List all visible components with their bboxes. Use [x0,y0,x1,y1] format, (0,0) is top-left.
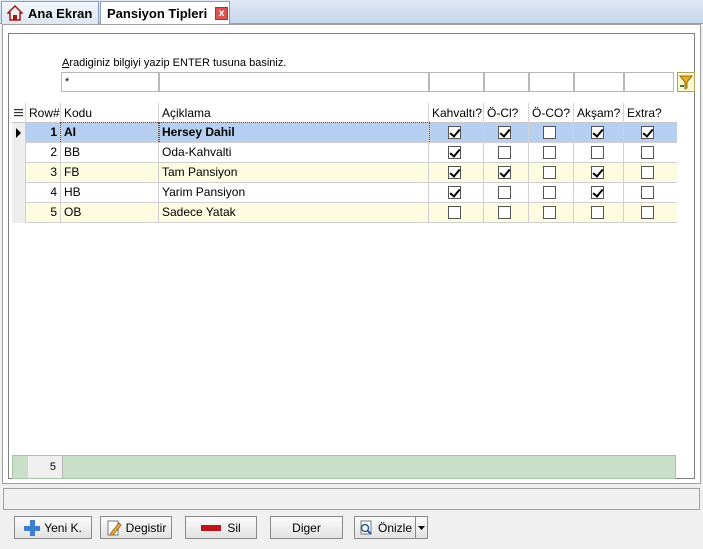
filter-input-ocl[interactable] [484,72,529,92]
cell-row[interactable]: 1 [26,123,61,143]
cell-row[interactable]: 2 [26,143,61,163]
minus-icon [201,520,223,536]
tab-home[interactable]: Ana Ekran [1,1,99,24]
footer-row-count: 5 [28,456,63,478]
new-button-label: Yeni K. [44,520,82,535]
cell-row[interactable]: 4 [26,183,61,203]
filter-input-oco[interactable] [529,72,574,92]
close-tab-icon[interactable]: x [215,7,229,20]
main-panel: Aradiginiz bilgiyi yazip ENTER tusuna ba… [2,24,701,484]
current-row-arrow-icon [16,128,21,138]
tab-home-label: Ana Ekran [28,5,93,21]
checkbox[interactable] [543,186,556,199]
cell-aciklama[interactable]: Tam Pansiyon [159,163,429,183]
table-row[interactable]: 2 BB Oda-Kahvalti [12,143,677,163]
checkbox[interactable] [543,146,556,159]
checkbox[interactable] [591,186,604,199]
grid-header: Row# Kodu Açiklama Kahvaltı? Ö-Cl? Ö-CO?… [12,103,677,123]
checkbox[interactable] [591,146,604,159]
status-bar [3,488,700,510]
tab-pansiyon-tipleri[interactable]: Pansiyon Tipleri x [100,1,230,25]
checkbox[interactable] [641,206,654,219]
preview-dropdown-button[interactable] [415,516,428,539]
checkbox[interactable] [641,146,654,159]
row-indicator[interactable] [12,123,26,143]
checkbox[interactable] [543,126,556,139]
edit-button[interactable]: Degistir [100,516,172,539]
tab-active-label: Pansiyon Tipleri [107,6,208,21]
row-indicator[interactable] [12,183,26,203]
checkbox[interactable] [641,186,654,199]
row-indicator[interactable] [12,203,26,223]
table-row[interactable]: 1 AI Hersey Dahil [12,122,677,144]
header-kahvalti[interactable]: Kahvaltı? [429,103,484,123]
other-button[interactable]: Diger [270,516,343,539]
checkbox[interactable] [498,166,511,179]
cell-kodu[interactable]: HB [61,183,159,203]
grid-footer: 5 [12,455,676,479]
header-oco[interactable]: Ö-CO? [529,103,574,123]
home-icon [6,4,24,21]
table-row[interactable]: 4 HB Yarim Pansiyon [12,183,677,203]
edit-button-label: Degistir [125,520,167,535]
checkbox[interactable] [448,146,461,159]
preview-icon [358,520,374,536]
preview-button-label: Önizle [377,520,412,535]
filter-icon[interactable] [677,72,695,92]
checkbox[interactable] [591,166,604,179]
filter-input-extra[interactable] [624,72,674,92]
checkbox[interactable] [498,126,511,139]
checkbox[interactable] [591,126,604,139]
checkbox[interactable] [448,126,461,139]
checkbox[interactable] [498,206,511,219]
filter-input-kodu[interactable]: * [61,72,159,92]
chevron-down-icon [418,525,425,530]
checkbox[interactable] [498,146,511,159]
row-indicator[interactable] [12,163,26,183]
cell-kodu[interactable]: BB [61,143,159,163]
cell-aciklama[interactable]: Sadece Yatak [159,203,429,223]
delete-button-label: Sil [227,520,241,535]
header-ocl[interactable]: Ö-Cl? [484,103,529,123]
tab-strip: Ana Ekran Pansiyon Tipleri x [0,0,703,25]
header-aksam[interactable]: Akşam? [574,103,624,123]
new-button[interactable]: Yeni K. [14,516,92,539]
cell-kodu[interactable]: OB [61,203,159,223]
table-row[interactable]: 3 FB Tam Pansiyon [12,163,677,183]
checkbox[interactable] [641,166,654,179]
delete-button[interactable]: Sil [185,516,257,539]
grid-container: Aradiginiz bilgiyi yazip ENTER tusuna ba… [8,33,695,479]
columns-menu-icon[interactable] [12,103,26,123]
checkbox[interactable] [448,186,461,199]
other-button-label: Diger [292,520,321,535]
table-row[interactable]: 5 OB Sadece Yatak [12,203,677,223]
cell-aciklama[interactable]: Yarim Pansiyon [159,183,429,203]
header-kodu[interactable]: Kodu [61,103,159,123]
header-aciklama[interactable]: Açiklama [159,103,429,123]
pencil-icon [106,520,122,536]
header-extra[interactable]: Extra? [624,103,677,123]
row-indicator[interactable] [12,143,26,163]
cell-row[interactable]: 5 [26,203,61,223]
preview-button[interactable]: Önizle [354,516,416,539]
checkbox[interactable] [543,206,556,219]
cell-kodu[interactable]: FB [61,163,159,183]
checkbox[interactable] [498,186,511,199]
checkbox[interactable] [543,166,556,179]
filter-input-aciklama[interactable] [159,72,429,92]
plus-icon [24,519,41,536]
cell-aciklama[interactable]: Hersey Dahil [158,122,430,144]
search-caption: Aradiginiz bilgiyi yazip ENTER tusuna ba… [62,57,287,69]
cell-kodu[interactable]: AI [60,122,160,144]
header-row[interactable]: Row# [26,103,61,123]
checkbox[interactable] [448,206,461,219]
checkbox[interactable] [591,206,604,219]
checkbox[interactable] [641,126,654,139]
checkbox[interactable] [448,166,461,179]
filter-input-aksam[interactable] [574,72,624,92]
cell-aciklama[interactable]: Oda-Kahvalti [159,143,429,163]
cell-row[interactable]: 3 [26,163,61,183]
filter-input-kahvalti[interactable] [429,72,484,92]
